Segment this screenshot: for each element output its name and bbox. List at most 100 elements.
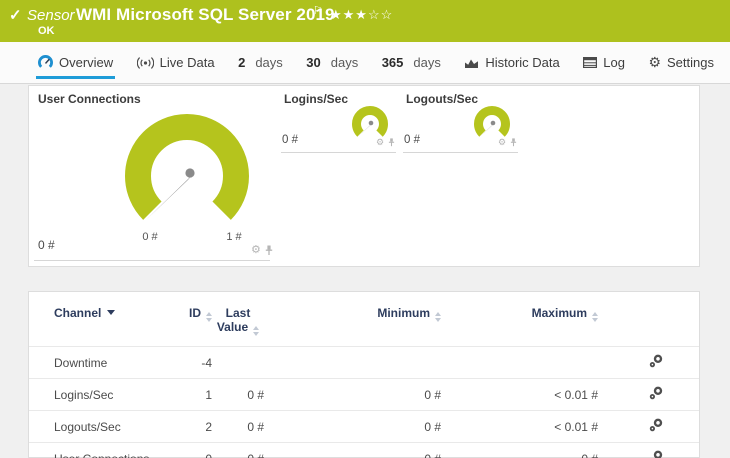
- channel-minimum: 0 #: [264, 442, 441, 458]
- pin-icon[interactable]: [388, 138, 395, 147]
- channel-settings-icon[interactable]: [649, 354, 663, 368]
- tab-label: days: [413, 55, 441, 70]
- channel-maximum: [441, 346, 598, 379]
- tab-bar: Overview Live Data 2 days 30 days 365 da…: [0, 42, 730, 84]
- channel-maximum: 0 #: [441, 442, 598, 458]
- sort-icon: [253, 326, 260, 336]
- log-icon: [583, 57, 598, 68]
- sensor-title: WMI Microsoft SQL Server 2019: [76, 5, 335, 24]
- gauge-current-value: 0 #: [38, 238, 55, 252]
- channel-name[interactable]: Logouts/Sec: [29, 410, 154, 443]
- column-header-id[interactable]: ID: [154, 292, 212, 347]
- gauge-arc: [125, 114, 249, 220]
- gauge-title: Logouts/Sec: [406, 92, 479, 106]
- channel-settings-icon[interactable]: [649, 450, 663, 458]
- column-label: Minimum: [377, 306, 430, 320]
- tab-30-days[interactable]: 30 days: [306, 42, 358, 83]
- sort-caret-icon: [107, 310, 116, 315]
- gauge-settings-gear-icon[interactable]: ⚙: [376, 138, 384, 147]
- table-row: Logouts/Sec 2 0 # 0 # < 0.01 #: [29, 410, 699, 443]
- gauge-icon: [38, 55, 53, 70]
- flag-icon: ⚐: [313, 5, 323, 17]
- gauges-panel: User Connections 0 # 1 # 0 # ⚙ Logins/Se…: [28, 85, 700, 267]
- tile-divider: [281, 152, 396, 153]
- gauge-settings-gear-icon[interactable]: ⚙: [498, 138, 506, 147]
- gauge-settings-gear-icon[interactable]: ⚙: [251, 245, 261, 256]
- pin-icon[interactable]: [510, 138, 517, 147]
- sort-icon: [435, 312, 441, 322]
- prtg-sensor-page: ✓ Sensor WMI Microsoft SQL Server 2019 ⚐…: [0, 0, 730, 458]
- gauge-needle-pivot: [185, 168, 195, 178]
- stars-filled[interactable]: ★★★: [330, 7, 368, 22]
- gauge-needle-pivot: [368, 120, 374, 126]
- tab-label: Live Data: [159, 55, 215, 70]
- tab-number: 2: [238, 55, 246, 70]
- channel-id: 0: [154, 442, 212, 458]
- column-header-channel[interactable]: Channel: [29, 292, 154, 347]
- settings-gear-icon: ⚙: [648, 54, 661, 70]
- priority-stars[interactable]: ★★★☆☆: [330, 7, 393, 23]
- channel-id: 2: [154, 410, 212, 443]
- channel-last-value: 0 #: [212, 442, 264, 458]
- channel-settings-icon[interactable]: [649, 386, 663, 400]
- tab-label: days: [255, 55, 283, 70]
- table-header-row: Channel ID Last Value Minimum Maximum: [29, 292, 699, 347]
- column-header-minimum[interactable]: Minimum: [264, 292, 441, 347]
- tab-log[interactable]: Log: [583, 42, 625, 83]
- channel-settings-icon[interactable]: [649, 418, 663, 432]
- channel-name[interactable]: Logins/Sec: [29, 378, 154, 411]
- tab-365-days[interactable]: 365 days: [382, 42, 441, 83]
- gauge-scale-max: 1 #: [226, 231, 242, 243]
- gauge-scale-min: 0 #: [142, 231, 158, 243]
- channel-minimum: 0 #: [264, 378, 441, 411]
- stars-empty[interactable]: ☆☆: [368, 7, 393, 22]
- tab-historic-data[interactable]: Historic Data: [464, 42, 560, 83]
- channel-table-panel: Channel ID Last Value Minimum Maximum Do…: [28, 291, 700, 458]
- column-header-last-value[interactable]: Last Value: [212, 292, 264, 347]
- channel-last-value: 0 #: [212, 378, 264, 411]
- table-row: Logins/Sec 1 0 # 0 # < 0.01 #: [29, 378, 699, 411]
- channel-id: -4: [154, 346, 212, 379]
- channel-last-value: 0 #: [212, 410, 264, 443]
- channel-name[interactable]: Downtime: [29, 346, 154, 379]
- tab-settings[interactable]: ⚙ Settings: [648, 42, 714, 83]
- channel-maximum: < 0.01 #: [441, 378, 598, 411]
- channel-table: Channel ID Last Value Minimum Maximum Do…: [29, 292, 699, 458]
- column-header-maximum[interactable]: Maximum: [441, 292, 598, 347]
- tab-label: Historic Data: [485, 55, 560, 70]
- gauge-title: Logins/Sec: [284, 92, 349, 106]
- channel-minimum: 0 #: [264, 410, 441, 443]
- table-row: Downtime -4: [29, 346, 699, 379]
- pin-icon[interactable]: [265, 245, 273, 256]
- status-badge: OK: [38, 25, 55, 37]
- historic-data-icon: [464, 57, 479, 69]
- tab-label: Log: [603, 55, 625, 70]
- tab-label: Overview: [59, 55, 114, 70]
- channel-last-value: [212, 346, 264, 379]
- column-label: Last Value: [216, 306, 251, 334]
- tab-overview[interactable]: Overview: [35, 42, 116, 83]
- channel-minimum: [264, 346, 441, 379]
- tile-divider: [34, 260, 270, 261]
- sort-icon: [206, 312, 212, 322]
- user-connections-gauge: [125, 114, 249, 220]
- tile-divider: [403, 152, 518, 153]
- channel-name[interactable]: User Connections: [29, 442, 154, 458]
- tab-label: days: [330, 55, 359, 70]
- gauge-needle-pivot: [490, 120, 496, 126]
- tab-live-data[interactable]: Live Data: [136, 42, 215, 83]
- column-label: Maximum: [531, 306, 587, 320]
- channel-maximum: < 0.01 #: [441, 410, 598, 443]
- gauge-current-value: 0 #: [404, 134, 420, 146]
- live-data-icon: [136, 56, 154, 70]
- gauge-current-value: 0 #: [282, 134, 298, 146]
- tab-number: 365: [381, 55, 404, 70]
- column-label: ID: [189, 306, 201, 320]
- tab-number: 30: [306, 55, 321, 70]
- table-row: User Connections 0 0 # 0 # 0 #: [29, 442, 699, 458]
- tab-2-days[interactable]: 2 days: [238, 42, 283, 83]
- column-label: Channel: [54, 306, 102, 320]
- ok-check-icon: ✓: [9, 7, 22, 24]
- sensor-header: ✓ Sensor WMI Microsoft SQL Server 2019 ⚐…: [0, 0, 730, 42]
- channel-id: 1: [154, 378, 212, 411]
